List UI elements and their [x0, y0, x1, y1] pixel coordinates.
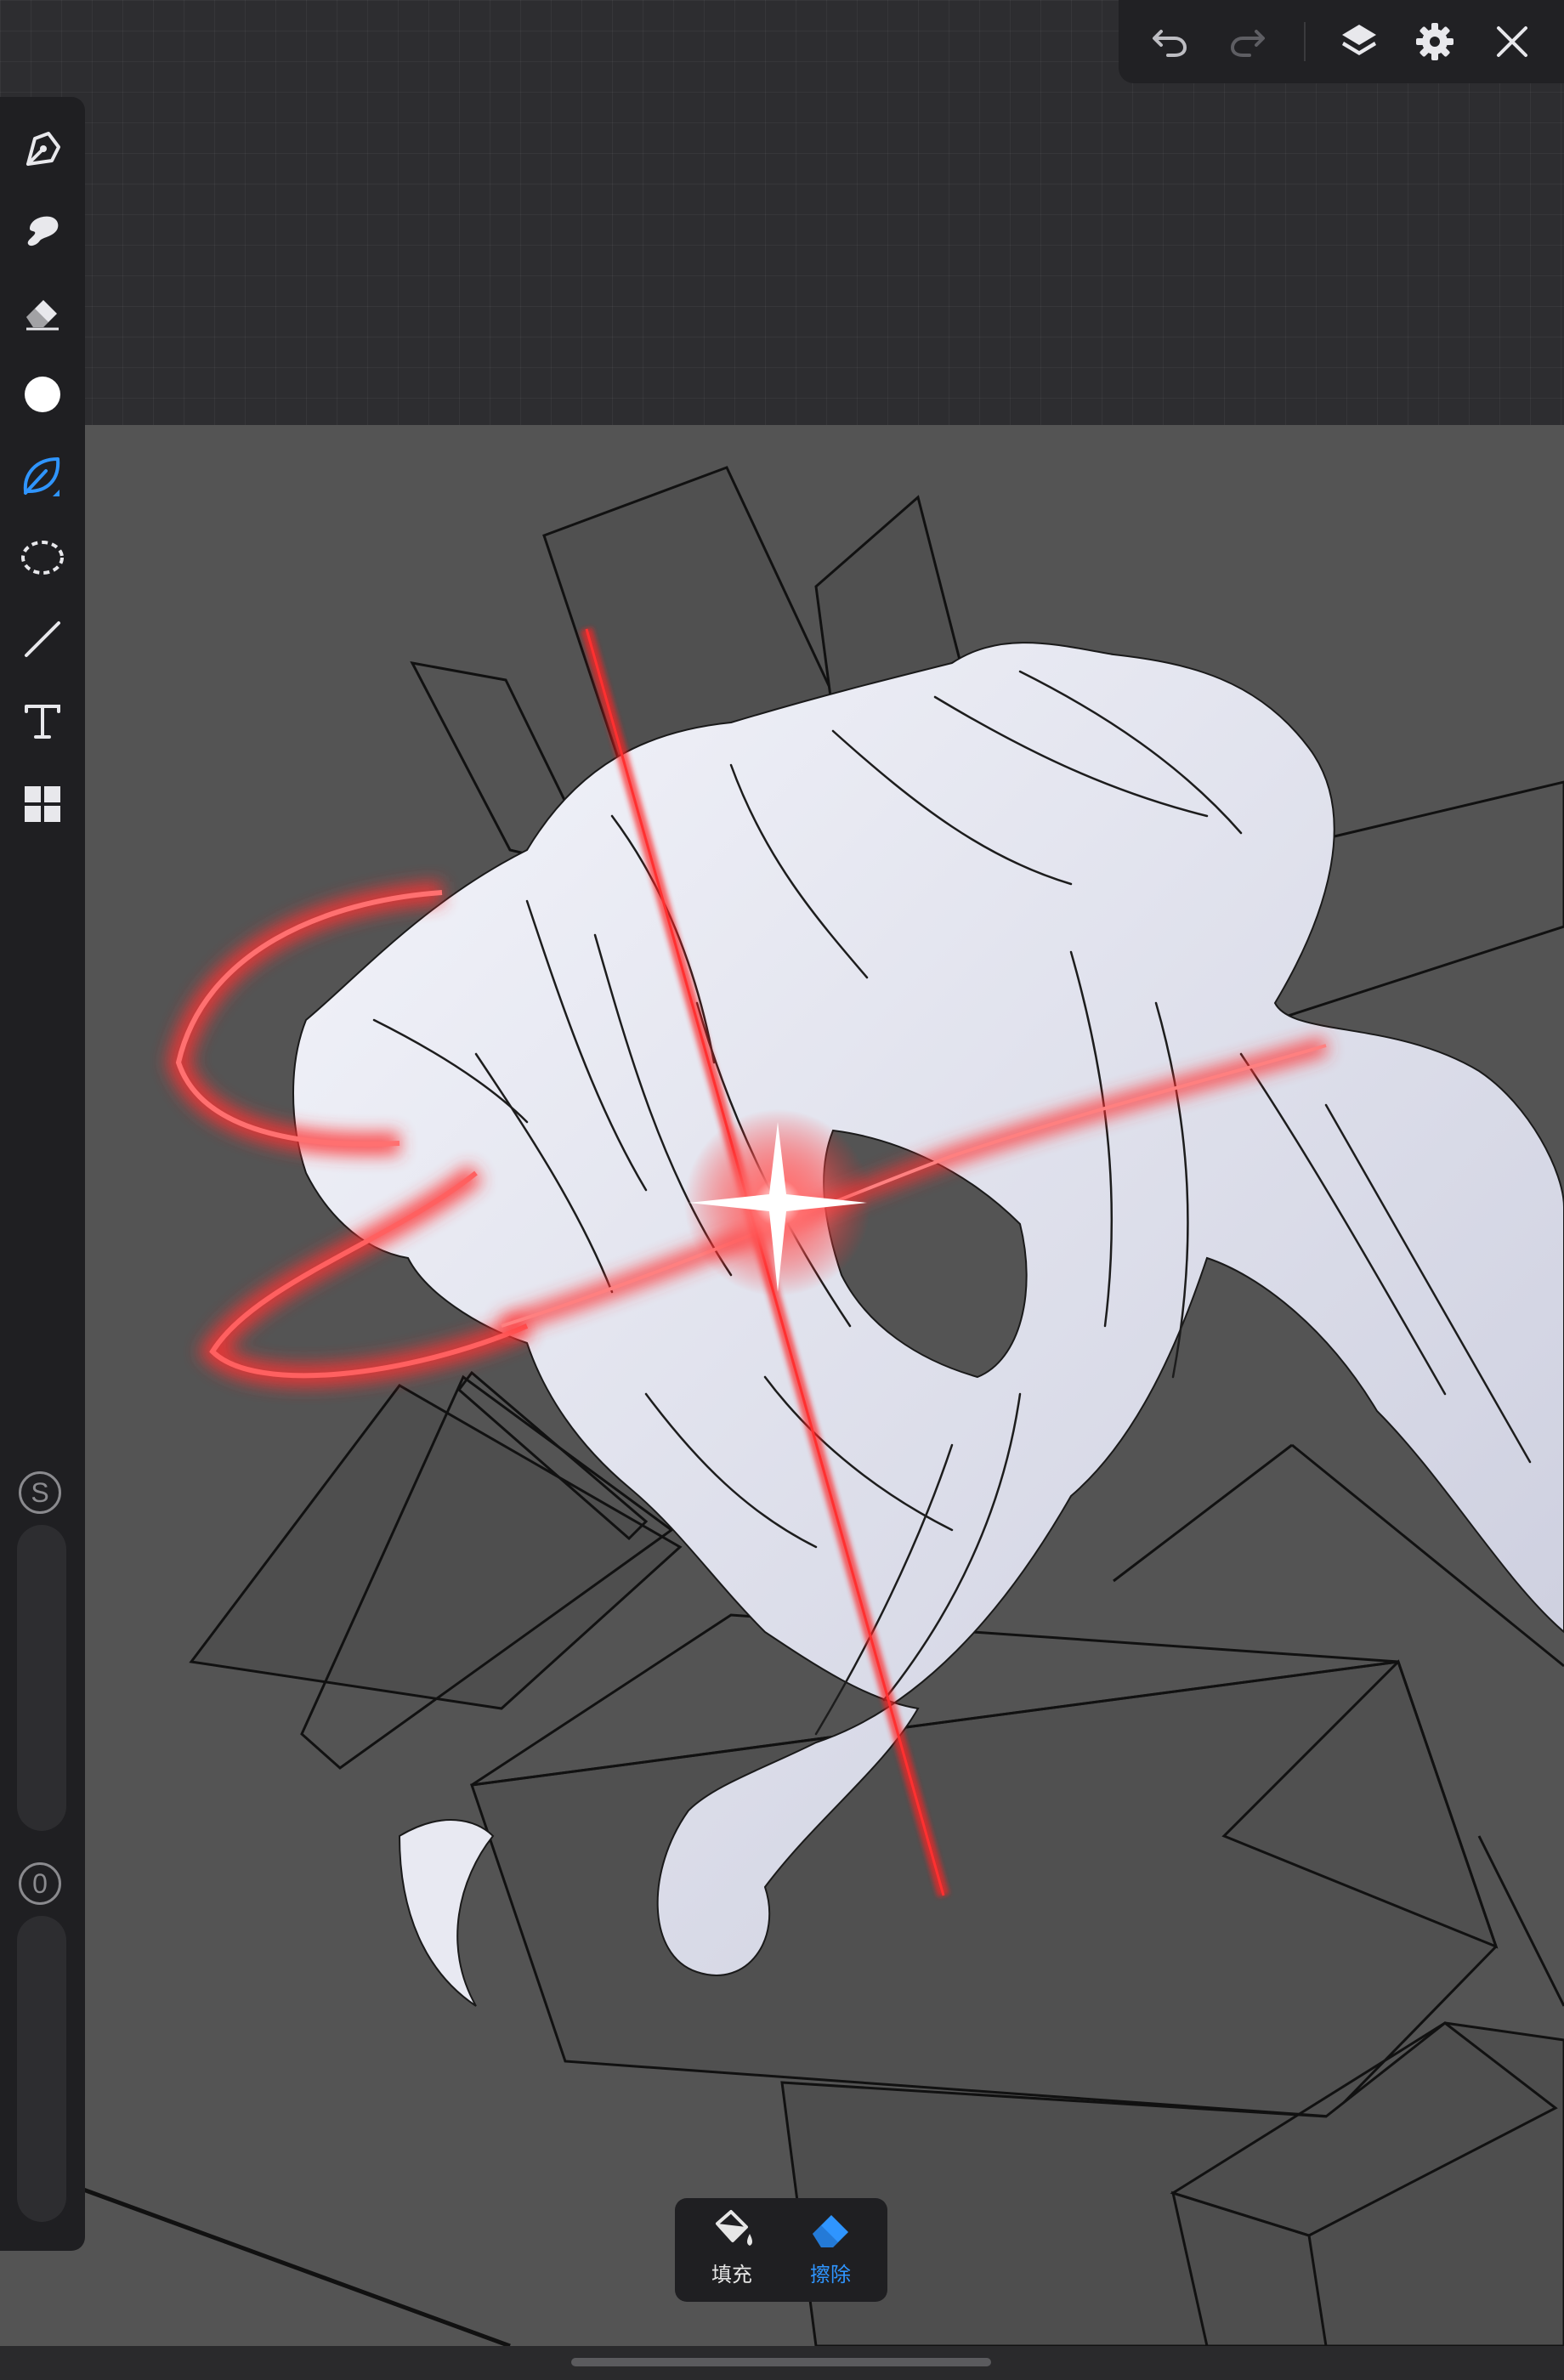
layers-icon [1342, 25, 1376, 55]
fill-mode-label: 填充 [711, 2264, 752, 2286]
text-tool[interactable] [12, 690, 73, 751]
eraser-icon [26, 300, 59, 331]
redo-arrow-icon [1230, 30, 1265, 57]
size-slider[interactable] [17, 1525, 66, 1831]
undo-button[interactable] [1148, 19, 1193, 65]
close-button[interactable] [1489, 19, 1535, 65]
text-icon [25, 705, 60, 739]
color-swatch-icon [25, 377, 60, 412]
lasso-tool[interactable] [12, 527, 73, 588]
fill-mode-panel: 填充 擦除 [675, 2198, 887, 2302]
opacity-slider[interactable] [17, 1916, 66, 2222]
home-indicator[interactable] [571, 2358, 991, 2366]
lasso-icon [21, 541, 64, 575]
pen-nib-icon [26, 132, 60, 166]
top-toolbar [1119, 0, 1564, 83]
brush-icon [27, 216, 59, 246]
pen-tool[interactable] [12, 119, 73, 180]
color-swatch[interactable] [12, 364, 73, 425]
line-icon [25, 621, 60, 657]
fill-mode-button[interactable]: 填充 [685, 2208, 779, 2293]
gear-icon [1416, 23, 1454, 60]
paint-bucket-icon [716, 2210, 752, 2246]
fill-tool-active[interactable] [12, 445, 73, 507]
drawing-canvas[interactable] [0, 425, 1564, 2346]
eraser-tool[interactable] [12, 282, 73, 343]
gallery-tool[interactable] [12, 774, 73, 835]
redo-button[interactable] [1224, 19, 1270, 65]
erase-mode-label: 擦除 [810, 2264, 851, 2286]
left-toolbar: S 0 [0, 97, 85, 2251]
eraser-icon [813, 2215, 848, 2247]
line-tool[interactable] [12, 609, 73, 670]
settings-button[interactable] [1412, 19, 1458, 65]
toolbar-separator [1304, 22, 1306, 61]
close-x-icon [1497, 26, 1527, 57]
opacity-slider-label: 0 [19, 1862, 61, 1905]
grid-icon [25, 786, 60, 822]
layers-button[interactable] [1336, 19, 1382, 65]
artwork [0, 466, 1564, 2346]
fill-leaf-icon [23, 457, 60, 496]
undo-arrow-icon [1153, 30, 1187, 57]
size-slider-label: S [19, 1471, 61, 1514]
brush-tool[interactable] [12, 201, 73, 262]
erase-mode-button[interactable]: 擦除 [784, 2208, 877, 2293]
